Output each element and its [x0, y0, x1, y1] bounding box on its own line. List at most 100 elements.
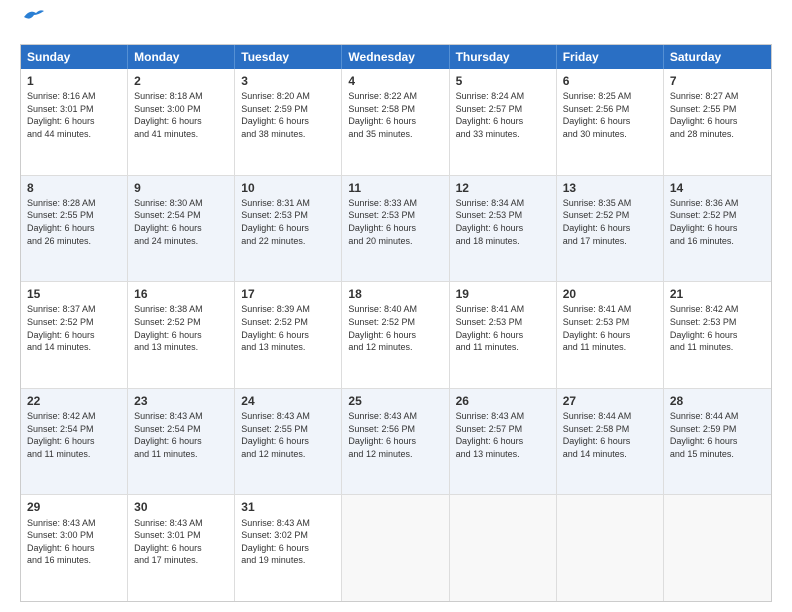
day-number: 24 — [241, 393, 335, 409]
cell-line: and 44 minutes. — [27, 128, 121, 141]
calendar-cell: 21Sunrise: 8:42 AMSunset: 2:53 PMDayligh… — [664, 282, 771, 388]
cell-line: Sunset: 3:01 PM — [27, 103, 121, 116]
day-number: 19 — [456, 286, 550, 302]
cell-line: Daylight: 6 hours — [348, 329, 442, 342]
cell-line: and 15 minutes. — [670, 448, 765, 461]
cell-line: Sunrise: 8:24 AM — [456, 90, 550, 103]
cell-line: and 41 minutes. — [134, 128, 228, 141]
day-number: 13 — [563, 180, 657, 196]
calendar: SundayMondayTuesdayWednesdayThursdayFrid… — [20, 44, 772, 602]
cell-line: Sunset: 2:52 PM — [670, 209, 765, 222]
cell-line: and 19 minutes. — [241, 554, 335, 567]
day-number: 30 — [134, 499, 228, 515]
cell-line: and 22 minutes. — [241, 235, 335, 248]
cell-line: Daylight: 6 hours — [241, 115, 335, 128]
calendar-cell: 14Sunrise: 8:36 AMSunset: 2:52 PMDayligh… — [664, 176, 771, 282]
cell-line: and 13 minutes. — [241, 341, 335, 354]
cell-line: Sunrise: 8:40 AM — [348, 303, 442, 316]
cell-line: and 11 minutes. — [456, 341, 550, 354]
cell-line: and 16 minutes. — [670, 235, 765, 248]
cell-line: Sunset: 2:56 PM — [563, 103, 657, 116]
weekday-header-friday: Friday — [557, 45, 664, 69]
cell-line: Daylight: 6 hours — [348, 435, 442, 448]
cell-line: Daylight: 6 hours — [563, 222, 657, 235]
calendar-header: SundayMondayTuesdayWednesdayThursdayFrid… — [21, 45, 771, 69]
cell-line: Sunset: 2:53 PM — [563, 316, 657, 329]
day-number: 14 — [670, 180, 765, 196]
calendar-cell: 30Sunrise: 8:43 AMSunset: 3:01 PMDayligh… — [128, 495, 235, 601]
cell-line: and 11 minutes. — [27, 448, 121, 461]
cell-line: Daylight: 6 hours — [563, 115, 657, 128]
cell-line: Daylight: 6 hours — [670, 435, 765, 448]
weekday-header-wednesday: Wednesday — [342, 45, 449, 69]
day-number: 21 — [670, 286, 765, 302]
cell-line: and 12 minutes. — [241, 448, 335, 461]
cell-line: Sunrise: 8:43 AM — [456, 410, 550, 423]
cell-line: Sunset: 2:53 PM — [348, 209, 442, 222]
cell-line: and 14 minutes. — [27, 341, 121, 354]
cell-line: Daylight: 6 hours — [27, 115, 121, 128]
cell-line: Sunset: 2:53 PM — [456, 209, 550, 222]
cell-line: and 17 minutes. — [563, 235, 657, 248]
cell-line: Daylight: 6 hours — [456, 435, 550, 448]
cell-line: Daylight: 6 hours — [456, 222, 550, 235]
cell-line: Daylight: 6 hours — [134, 435, 228, 448]
cell-line: Daylight: 6 hours — [241, 222, 335, 235]
calendar-cell: 28Sunrise: 8:44 AMSunset: 2:59 PMDayligh… — [664, 389, 771, 495]
cell-line: Sunset: 2:54 PM — [27, 423, 121, 436]
calendar-row: 8Sunrise: 8:28 AMSunset: 2:55 PMDaylight… — [21, 176, 771, 283]
header — [20, 16, 772, 36]
cell-line: and 13 minutes. — [456, 448, 550, 461]
cell-line: and 26 minutes. — [27, 235, 121, 248]
weekday-header-tuesday: Tuesday — [235, 45, 342, 69]
cell-line: Sunrise: 8:44 AM — [563, 410, 657, 423]
cell-line: Sunrise: 8:27 AM — [670, 90, 765, 103]
day-number: 27 — [563, 393, 657, 409]
cell-line: Sunrise: 8:34 AM — [456, 197, 550, 210]
day-number: 16 — [134, 286, 228, 302]
day-number: 4 — [348, 73, 442, 89]
cell-line: Daylight: 6 hours — [134, 542, 228, 555]
cell-line: and 30 minutes. — [563, 128, 657, 141]
cell-line: Sunrise: 8:43 AM — [241, 517, 335, 530]
cell-line: Sunset: 3:02 PM — [241, 529, 335, 542]
calendar-cell: 1Sunrise: 8:16 AMSunset: 3:01 PMDaylight… — [21, 69, 128, 175]
calendar-cell: 19Sunrise: 8:41 AMSunset: 2:53 PMDayligh… — [450, 282, 557, 388]
calendar-cell: 7Sunrise: 8:27 AMSunset: 2:55 PMDaylight… — [664, 69, 771, 175]
cell-line: Sunset: 2:55 PM — [27, 209, 121, 222]
cell-line: Daylight: 6 hours — [241, 329, 335, 342]
cell-line: Daylight: 6 hours — [134, 329, 228, 342]
cell-line: Daylight: 6 hours — [134, 222, 228, 235]
cell-line: and 12 minutes. — [348, 448, 442, 461]
cell-line: Sunrise: 8:41 AM — [456, 303, 550, 316]
cell-line: Sunset: 2:57 PM — [456, 103, 550, 116]
day-number: 11 — [348, 180, 442, 196]
day-number: 8 — [27, 180, 121, 196]
cell-line: Sunset: 3:00 PM — [134, 103, 228, 116]
cell-line: Daylight: 6 hours — [670, 115, 765, 128]
calendar-cell: 23Sunrise: 8:43 AMSunset: 2:54 PMDayligh… — [128, 389, 235, 495]
cell-line: Sunrise: 8:18 AM — [134, 90, 228, 103]
day-number: 25 — [348, 393, 442, 409]
cell-line: Daylight: 6 hours — [27, 435, 121, 448]
calendar-cell: 13Sunrise: 8:35 AMSunset: 2:52 PMDayligh… — [557, 176, 664, 282]
day-number: 6 — [563, 73, 657, 89]
calendar-body: 1Sunrise: 8:16 AMSunset: 3:01 PMDaylight… — [21, 69, 771, 601]
cell-line: Sunrise: 8:20 AM — [241, 90, 335, 103]
cell-line: and 33 minutes. — [456, 128, 550, 141]
day-number: 26 — [456, 393, 550, 409]
cell-line: Sunrise: 8:25 AM — [563, 90, 657, 103]
calendar-cell: 11Sunrise: 8:33 AMSunset: 2:53 PMDayligh… — [342, 176, 449, 282]
cell-line: Daylight: 6 hours — [563, 435, 657, 448]
day-number: 17 — [241, 286, 335, 302]
cell-line: Sunrise: 8:33 AM — [348, 197, 442, 210]
cell-line: Sunrise: 8:22 AM — [348, 90, 442, 103]
cell-line: Sunset: 2:58 PM — [563, 423, 657, 436]
day-number: 7 — [670, 73, 765, 89]
calendar-cell: 2Sunrise: 8:18 AMSunset: 3:00 PMDaylight… — [128, 69, 235, 175]
calendar-cell: 24Sunrise: 8:43 AMSunset: 2:55 PMDayligh… — [235, 389, 342, 495]
calendar-cell: 22Sunrise: 8:42 AMSunset: 2:54 PMDayligh… — [21, 389, 128, 495]
cell-line: Sunset: 2:53 PM — [456, 316, 550, 329]
cell-line: Sunset: 2:54 PM — [134, 209, 228, 222]
calendar-cell: 26Sunrise: 8:43 AMSunset: 2:57 PMDayligh… — [450, 389, 557, 495]
